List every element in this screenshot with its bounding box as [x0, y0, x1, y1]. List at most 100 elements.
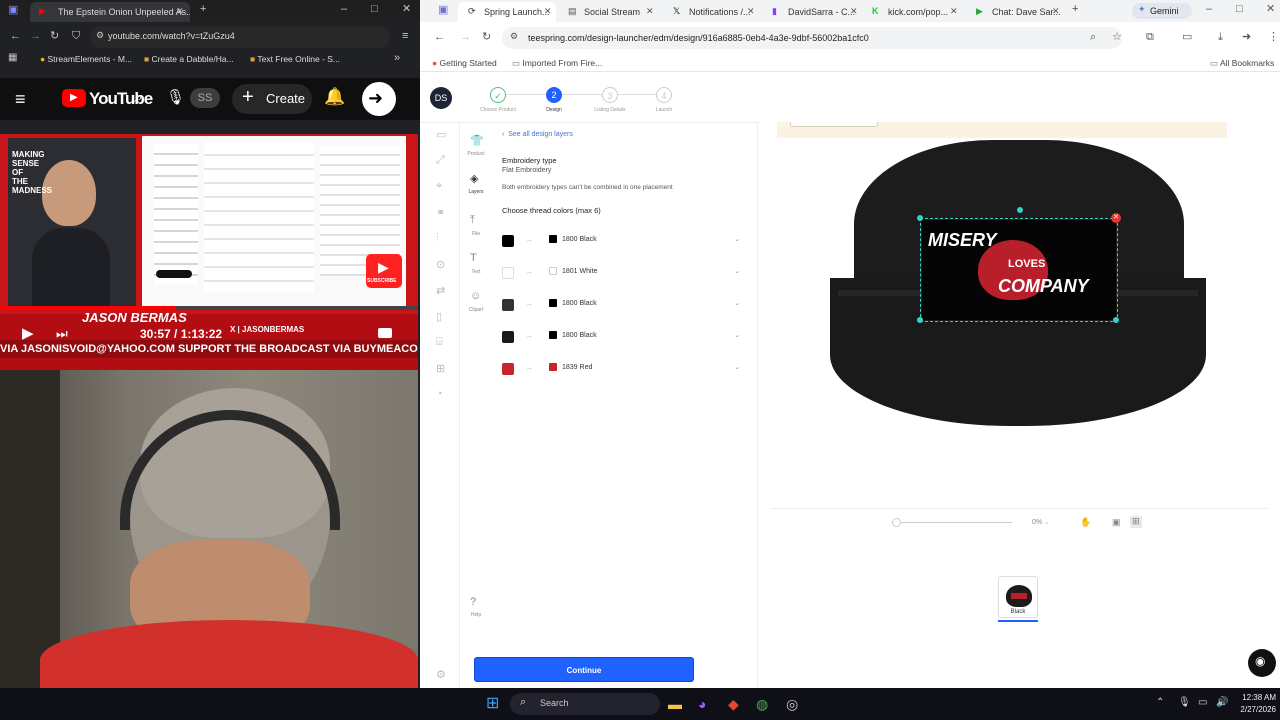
tab-davidsarra[interactable]: ▮ DavidSarra - C... ✕ — [762, 2, 860, 22]
video-player[interactable]: MAKING SENSE OF THE MADNESS ▶ SUBSCRIBE … — [0, 134, 418, 370]
all-bookmarks-button[interactable]: ▭ All Bookmarks — [1210, 58, 1274, 69]
back-icon[interactable]: ← — [10, 31, 21, 42]
thread-color-select[interactable]: 1800 Black ⌄ — [544, 230, 746, 250]
menu-icon[interactable]: ≡ — [402, 31, 408, 42]
step-choose-product[interactable]: ✓ — [490, 87, 506, 103]
gemini-button[interactable]: ✦ Gemini — [1132, 3, 1192, 19]
thread-swatch[interactable] — [502, 363, 514, 375]
rail-icon[interactable]: ⤢ — [436, 154, 445, 167]
apps-icon[interactable]: ▦ — [8, 53, 17, 63]
thread-color-select[interactable]: 1800 Black ⌄ — [544, 294, 746, 314]
chrome-icon[interactable]: ◍ — [756, 697, 768, 711]
notice-button[interactable] — [790, 122, 878, 127]
mic-tray-icon[interactable]: 🎙 — [1178, 698, 1191, 708]
resize-handle[interactable] — [917, 317, 923, 323]
hand-tool-icon[interactable]: ✋ — [1080, 518, 1091, 527]
close-icon[interactable]: ✕ — [950, 7, 958, 16]
minimize-icon[interactable]: – — [1206, 4, 1212, 15]
hamburger-menu-icon[interactable]: ≡ — [15, 90, 26, 108]
next-icon[interactable]: ⏭ — [56, 327, 68, 340]
product-icon[interactable]: 👕 — [470, 134, 484, 147]
display-tray-icon[interactable]: ▭ — [1198, 698, 1207, 708]
search-icon[interactable]: ⌕ — [134, 90, 143, 106]
site-info-icon[interactable]: ⚙ — [510, 32, 518, 41]
thread-swatch[interactable] — [502, 267, 514, 279]
obs-icon[interactable]: ◎ — [786, 697, 798, 711]
avatar[interactable]: DS — [430, 87, 452, 109]
close-icon[interactable]: ✕ — [747, 7, 755, 16]
tab-youtube[interactable]: ▶ The Epstein Onion Unpeeled As... ✕ — [30, 2, 190, 22]
reload-icon[interactable]: ↻ — [482, 32, 491, 43]
maximize-icon[interactable]: □ — [1236, 4, 1243, 15]
bookmark-item[interactable]: ● StreamElements - M... — [40, 54, 132, 64]
back-to-layers-link[interactable]: ‹ See all design layers — [502, 131, 573, 138]
view-grid-button[interactable]: ⊞ — [1130, 516, 1142, 528]
file-explorer-icon[interactable]: ▬ — [668, 697, 682, 711]
step-launch[interactable]: 4 — [656, 87, 672, 103]
tab-chat[interactable]: ▶ Chat: Dave Sar... ✕ — [966, 2, 1066, 22]
close-icon[interactable]: ✕ — [646, 7, 654, 16]
avatar[interactable]: SS — [190, 88, 220, 108]
thread-swatch[interactable] — [502, 235, 514, 247]
rotate-handle[interactable] — [1017, 207, 1023, 213]
tray-chevron-up-icon[interactable]: ⌃ — [1156, 698, 1164, 708]
youtube-logo-icon[interactable]: ▶ — [62, 89, 86, 107]
play-icon[interactable]: ▶ — [22, 326, 34, 341]
start-icon[interactable]: ⊞ — [486, 696, 499, 712]
thread-color-select[interactable]: 1839 Red ⌄ — [544, 358, 746, 378]
reload-icon[interactable]: ↻ — [50, 31, 59, 42]
tab-search-icon[interactable]: ▣ — [8, 5, 18, 16]
bookmark-item[interactable]: ■ Text Free Online - S... — [250, 54, 340, 64]
notifications-icon[interactable]: 🔔 — [324, 88, 345, 105]
star-icon[interactable]: ☆ — [1112, 32, 1122, 43]
bookmark-item[interactable]: ▭ Imported From Fire... — [512, 58, 602, 69]
sidepanel-icon[interactable]: ▭ — [1182, 32, 1192, 43]
create-button[interactable]: + Create — [232, 84, 312, 114]
delete-layer-icon[interactable]: ✕ — [1111, 213, 1121, 223]
zoom-icon[interactable]: ⌕ — [1090, 32, 1096, 43]
window-close-icon[interactable]: ✕ — [402, 4, 411, 15]
window-close-icon[interactable]: ✕ — [1266, 4, 1275, 15]
thread-color-select[interactable]: 1800 Black ⌄ — [544, 326, 746, 346]
step-design[interactable]: 2 — [546, 87, 562, 103]
thread-color-select[interactable]: 1801 White ⌄ — [544, 262, 746, 282]
forward-icon[interactable]: → — [460, 32, 471, 43]
left-url-bar[interactable]: ⚙ youtube.com/watch?v=tZuGzu4 — [90, 26, 390, 48]
chat-widget-button[interactable]: ◉ — [1248, 649, 1276, 677]
minimize-icon[interactable]: – — [341, 4, 347, 15]
taskbar-search[interactable]: ⌕ Search — [510, 693, 660, 715]
rail-icon[interactable]: ◔ — [436, 388, 443, 400]
view-front-icon[interactable]: ▣ — [1112, 518, 1121, 527]
zoom-slider-thumb[interactable] — [892, 518, 901, 527]
back-icon[interactable]: ← — [434, 32, 445, 43]
new-tab-icon[interactable]: + — [200, 4, 206, 15]
tab-spring-launch[interactable]: ⟳ Spring Launch... ✕ — [458, 2, 556, 22]
channel-avatar[interactable]: ➜ — [362, 82, 396, 116]
clock-time[interactable]: 12:38 AM — [1232, 693, 1276, 702]
step-listing-details[interactable]: 3 — [602, 87, 618, 103]
close-icon[interactable]: ✕ — [1052, 7, 1060, 16]
download-icon[interactable]: ⤓ — [1218, 32, 1223, 43]
file-upload-icon[interactable]: ⤒ — [470, 214, 475, 227]
right-url-bar[interactable]: ⚙ teespring.com/design-launcher/edm/desi… — [502, 27, 1122, 49]
tab-notifications[interactable]: 𝕏 Notifications /... ✕ — [663, 2, 761, 22]
clock-date[interactable]: 2/27/2026 — [1232, 705, 1276, 714]
zoom-slider[interactable] — [898, 522, 1012, 523]
selection-box[interactable] — [920, 218, 1118, 322]
new-tab-icon[interactable]: + — [1072, 4, 1078, 15]
rail-icon[interactable]: ⚭ — [436, 206, 445, 219]
settings-gear-icon[interactable]: ⚙ — [436, 668, 446, 681]
site-info-icon[interactable]: ⚙ — [96, 31, 104, 40]
kebab-menu-icon[interactable]: ⋮ — [1268, 32, 1279, 43]
volume-icon[interactable]: 🔊 — [1216, 698, 1228, 708]
profile-icon[interactable]: ➜ — [1242, 32, 1251, 43]
close-icon[interactable]: ✕ — [850, 7, 858, 16]
progress-track[interactable] — [0, 306, 418, 310]
thread-swatch[interactable] — [502, 331, 514, 343]
resize-handle[interactable] — [1113, 317, 1119, 323]
close-icon[interactable]: ✕ — [544, 7, 552, 16]
rail-icon[interactable]: ▭ — [436, 128, 446, 141]
forward-icon[interactable]: → — [30, 31, 41, 42]
maximize-icon[interactable]: □ — [371, 4, 378, 15]
resize-handle[interactable] — [917, 215, 923, 221]
